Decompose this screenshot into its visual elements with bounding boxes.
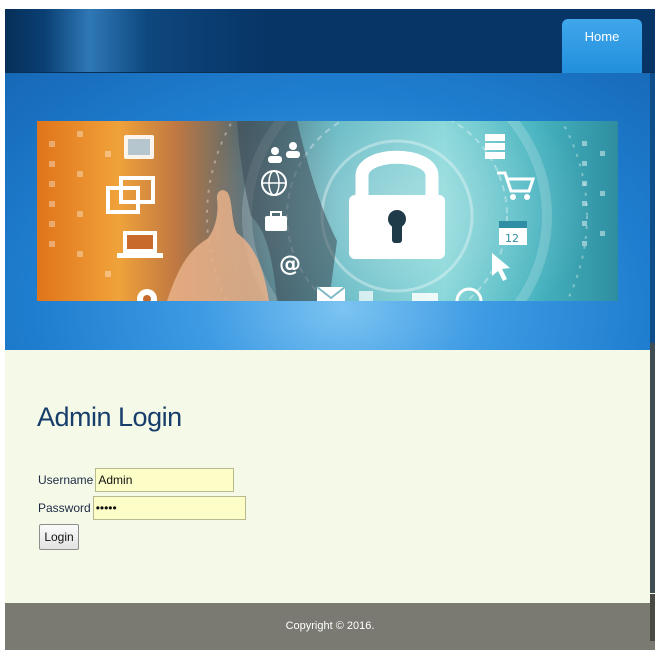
login-panel: Admin Login Username Password Login [5,350,655,603]
at-sign-icon: @ [279,252,301,277]
page: Home @ 12 Admin Login Username Admin Pas… [5,9,655,650]
frame-edge [650,73,655,343]
frame-edge [650,594,655,641]
footer: Copyright © 2016. [5,603,655,650]
password-label: Password [38,501,91,515]
top-navigation-bar: Home [5,9,655,74]
password-input[interactable] [92,496,246,520]
page-title: Admin Login [37,402,182,432]
copyright-text: Copyright © 2016. [285,620,375,632]
nav-tab-home[interactable]: Home [562,19,642,74]
username-input[interactable] [95,468,235,492]
security-banner-image: @ 12 [37,121,618,301]
password-row: Password [38,496,246,520]
banner-illustration: @ 12 [49,121,605,301]
login-button[interactable]: Login [39,524,79,550]
banner-area: @ 12 [5,73,655,350]
calendar-icon: 12 [505,232,519,245]
username-label: Username [38,473,94,487]
username-row: Username [38,468,235,492]
frame-edge [650,343,655,593]
